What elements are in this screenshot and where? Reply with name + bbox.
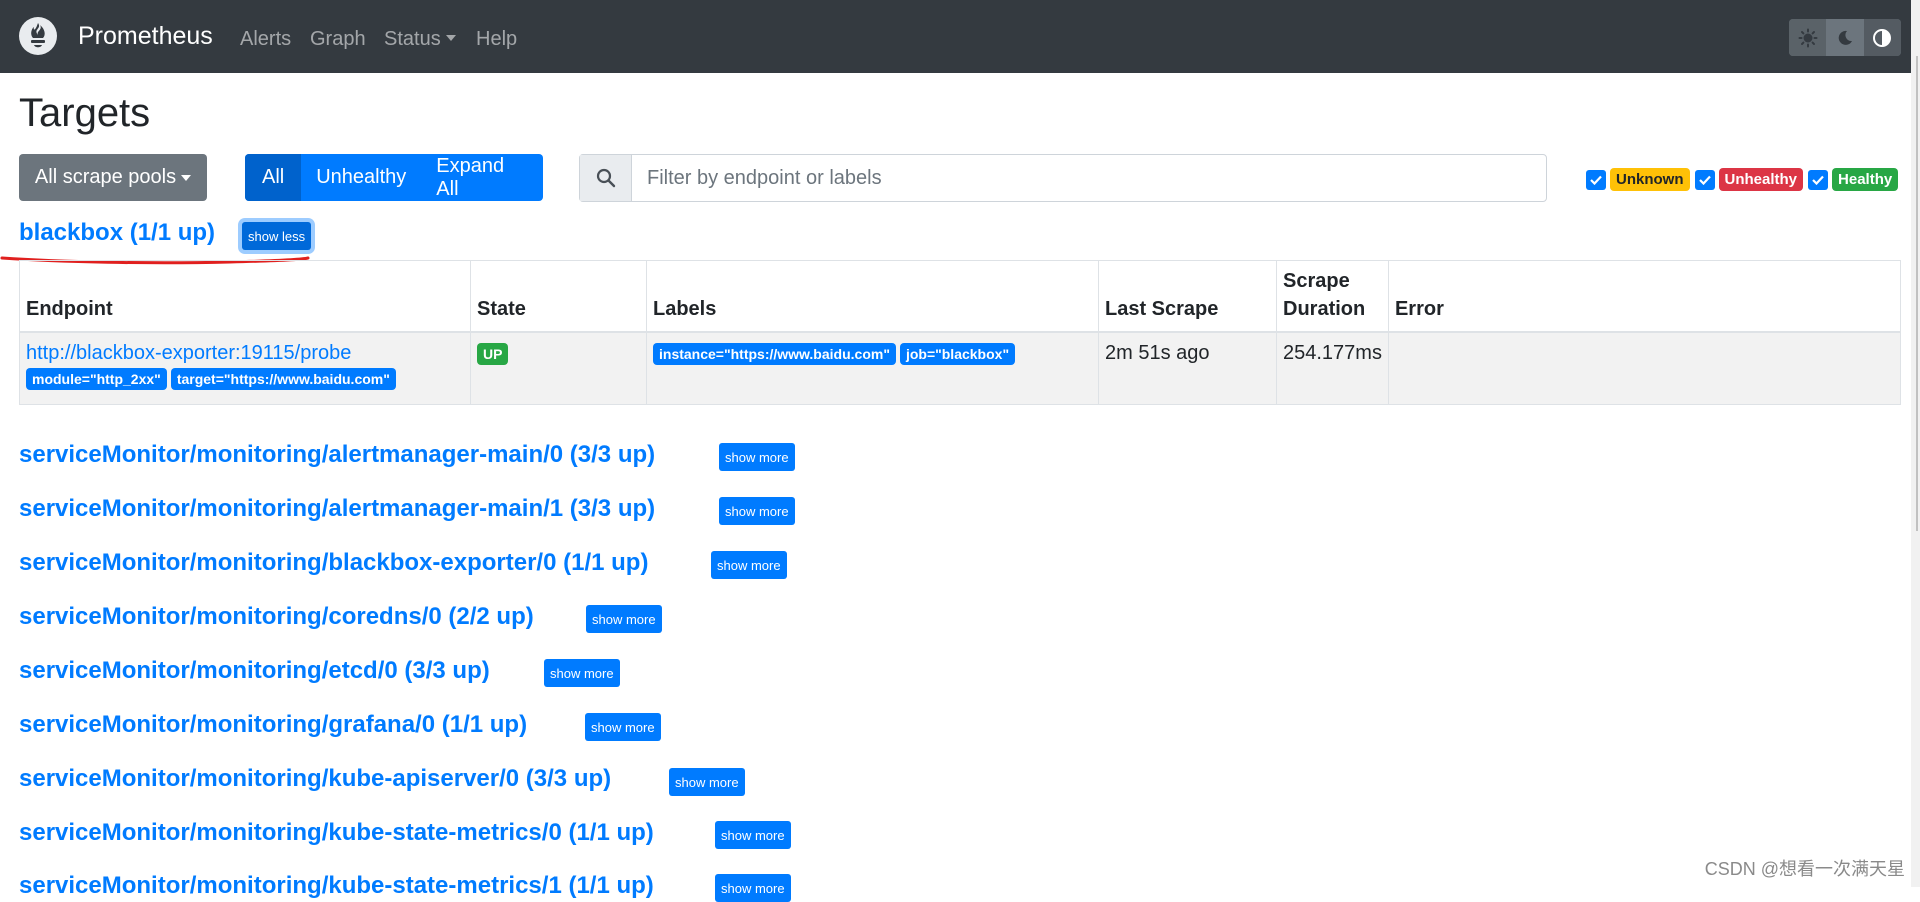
table-row: http://blackbox-exporter:19115/probe mod…	[19, 331, 1902, 405]
chevron-down-icon	[445, 35, 456, 41]
pool-title-blackbox[interactable]: blackbox (1/1 up)	[19, 219, 215, 247]
check-icon	[1590, 175, 1602, 185]
duration-cell: 254.177ms	[1276, 331, 1389, 405]
show-more-button[interactable]: show more	[586, 605, 662, 633]
col-state: State	[470, 260, 647, 333]
target-filter-group: All Unhealthy Expand All	[245, 154, 543, 201]
pool-title[interactable]: serviceMonitor/monitoring/grafana/0 (1/1…	[19, 711, 527, 739]
error-cell	[1387, 331, 1902, 405]
pool-title[interactable]: serviceMonitor/monitoring/coredns/0 (2/2…	[19, 603, 534, 631]
check-icon	[1812, 175, 1824, 185]
table-header-row: Endpoint State Labels Last Scrape Scrape…	[19, 260, 1902, 333]
state-cell: UP	[470, 331, 647, 405]
unhealthy-badge: Unhealthy	[1718, 168, 1804, 191]
show-more-button[interactable]: show more	[719, 443, 795, 471]
nav-help[interactable]: Help	[476, 28, 517, 51]
contrast-icon	[1873, 28, 1892, 47]
page-title: Targets	[19, 91, 151, 135]
search-prepend	[580, 155, 632, 201]
theme-light-button[interactable]	[1789, 19, 1827, 56]
col-error: Error	[1387, 260, 1902, 333]
pool-title[interactable]: serviceMonitor/monitoring/kube-apiserver…	[19, 765, 611, 793]
col-scrape-duration: Scrape Duration	[1276, 260, 1389, 333]
endpoint-label-badge: module="http_2xx"	[26, 368, 167, 390]
show-less-button[interactable]: show less	[242, 222, 312, 250]
target-label-badge: job="blackbox"	[899, 343, 1016, 365]
endpoint-label-badge: target="https://www.baidu.com"	[170, 368, 396, 390]
endpoint-cell: http://blackbox-exporter:19115/probe mod…	[19, 331, 471, 405]
scrape-pools-label: All scrape pools	[34, 166, 177, 188]
pool-title[interactable]: serviceMonitor/monitoring/kube-state-met…	[19, 872, 654, 900]
search-icon	[596, 168, 615, 188]
search-group	[579, 154, 1547, 202]
show-more-button[interactable]: show more	[585, 713, 661, 741]
moon-icon	[1838, 30, 1852, 45]
pool-title[interactable]: serviceMonitor/monitoring/kube-state-met…	[19, 819, 654, 847]
scrollbar-thumb[interactable]	[1916, 56, 1918, 531]
nav-status-label: Status	[384, 28, 441, 50]
col-last-scrape: Last Scrape	[1098, 260, 1277, 333]
show-more-button[interactable]: show more	[715, 874, 791, 902]
prometheus-logo-icon[interactable]	[19, 17, 57, 55]
watermark: CSDN @想看一次满天星	[1704, 859, 1905, 879]
endpoint-link[interactable]: http://blackbox-exporter:19115/probe	[26, 342, 351, 364]
expand-all-button[interactable]: Expand All	[421, 154, 543, 201]
sun-icon	[1798, 28, 1818, 47]
search-input[interactable]	[632, 155, 1546, 201]
brand-title[interactable]: Prometheus	[78, 22, 213, 51]
healthy-checkbox[interactable]	[1808, 169, 1829, 190]
theme-dark-button[interactable]	[1826, 19, 1863, 56]
check-icon	[1698, 175, 1711, 185]
col-labels: Labels	[646, 260, 1099, 333]
col-endpoint: Endpoint	[19, 260, 471, 333]
chevron-down-icon	[181, 174, 192, 181]
unknown-checkbox[interactable]	[1586, 169, 1606, 190]
show-more-button[interactable]: show more	[669, 768, 745, 796]
nav-alerts[interactable]: Alerts	[240, 28, 291, 51]
targets-table: Endpoint State Labels Last Scrape Scrape…	[19, 260, 1902, 405]
navbar: Prometheus Alerts Graph Status Help	[0, 0, 1920, 73]
show-more-button[interactable]: show more	[715, 821, 791, 849]
labels-cell: instance="https://www.baidu.com" job="bla…	[646, 331, 1099, 405]
scrape-pools-dropdown[interactable]: All scrape pools	[19, 154, 207, 201]
last-scrape-cell: 2m 51s ago	[1098, 331, 1277, 405]
pool-title[interactable]: serviceMonitor/monitoring/etcd/0 (3/3 up…	[19, 657, 490, 685]
pool-title[interactable]: serviceMonitor/monitoring/alertmanager-m…	[19, 495, 655, 523]
health-filters: Unknown Unhealthy Healthy	[1586, 168, 1903, 191]
theme-toggle-group	[1789, 19, 1901, 56]
healthy-badge: Healthy	[1832, 168, 1899, 191]
filter-all-button[interactable]: All	[245, 154, 302, 201]
nav-status-dropdown[interactable]: Status	[384, 28, 456, 51]
target-label-badge: instance="https://www.baidu.com"	[653, 343, 896, 365]
unhealthy-checkbox[interactable]	[1694, 169, 1715, 190]
nav-graph[interactable]: Graph	[310, 28, 366, 51]
show-more-button[interactable]: show more	[544, 659, 620, 687]
pool-title[interactable]: serviceMonitor/monitoring/blackbox-expor…	[19, 549, 648, 577]
show-more-button[interactable]: show more	[711, 551, 787, 579]
theme-auto-button[interactable]	[1863, 19, 1901, 56]
state-badge: UP	[477, 343, 509, 365]
show-more-button[interactable]: show more	[719, 497, 795, 525]
pool-title[interactable]: serviceMonitor/monitoring/alertmanager-m…	[19, 441, 655, 469]
unknown-badge: Unknown	[1610, 168, 1690, 191]
filter-unhealthy-button[interactable]: Unhealthy	[301, 154, 421, 201]
